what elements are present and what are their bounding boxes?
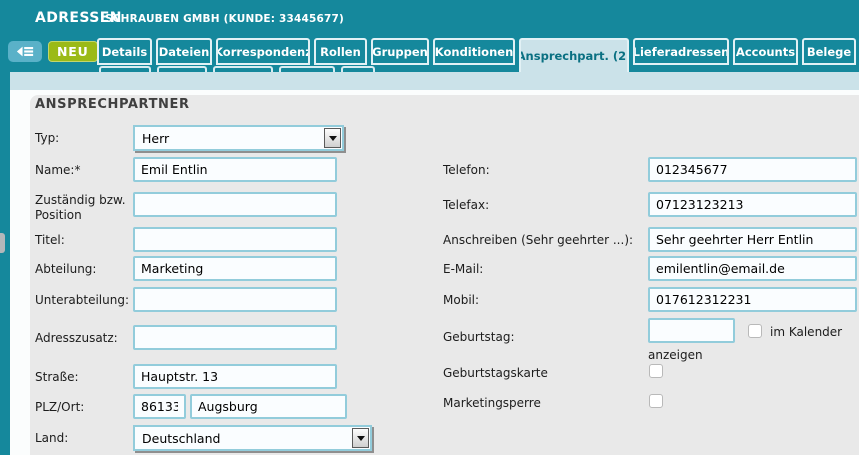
position-label: Zuständig bzw. Position: [35, 193, 131, 223]
position-input[interactable]: [133, 192, 337, 217]
marketingsperre-label: Marketingsperre: [443, 396, 648, 411]
collapse-back-button[interactable]: [8, 41, 42, 62]
tab-rollen[interactable]: Rollen: [314, 38, 367, 65]
name-input[interactable]: [133, 157, 337, 182]
geburtstagskarte-checkbox[interactable]: [649, 364, 663, 378]
adresszusatz-input[interactable]: [133, 325, 337, 350]
chevron-down-icon[interactable]: [324, 128, 341, 148]
unterabteilung-input[interactable]: [133, 287, 337, 312]
titel-input[interactable]: [133, 227, 337, 252]
typ-label: Typ:: [35, 131, 131, 146]
typ-select[interactable]: Herr: [133, 125, 344, 151]
app-header: ADRESSEN SCHRAUBEN GMBH (KUNDE: 33445677…: [0, 0, 859, 72]
strasse-input[interactable]: [133, 364, 337, 389]
adressen-app-window: ADRESSEN SCHRAUBEN GMBH (KUNDE: 33445677…: [0, 0, 859, 455]
tab-korrespondenz[interactable]: Korrespondenz: [216, 38, 310, 65]
geburtstagskarte-label: Geburtstagskarte: [443, 366, 648, 381]
tab-accounts[interactable]: Accounts: [733, 38, 798, 65]
tab-konditionen[interactable]: Konditionen: [433, 38, 515, 65]
email-label: E-Mail:: [443, 262, 648, 277]
telefon-label: Telefon:: [443, 163, 648, 178]
collapse-left-icon: [15, 45, 35, 58]
abteilung-label: Abteilung:: [35, 262, 131, 277]
typ-select-value: Herr: [142, 131, 169, 146]
plz-ort-label: PLZ/Ort:: [35, 400, 131, 415]
email-input[interactable]: [648, 256, 857, 281]
geburtstag-input[interactable]: [648, 318, 735, 343]
tab-dateien[interactable]: Dateien: [156, 38, 212, 65]
telefax-input[interactable]: [648, 192, 857, 217]
geburtstag-label: Geburtstag:: [443, 330, 648, 345]
adresszusatz-label: Adresszusatz:: [35, 331, 131, 346]
name-label: Name:*: [35, 163, 131, 178]
mobil-label: Mobil:: [443, 293, 648, 308]
titel-label: Titel:: [35, 233, 131, 248]
mobil-input[interactable]: [648, 287, 857, 312]
anzeigen-label: anzeigen: [648, 348, 703, 362]
ort-input[interactable]: [190, 394, 347, 419]
record-context: SCHRAUBEN GMBH (KUNDE: 33445677): [105, 13, 344, 25]
anschreiben-input[interactable]: [648, 227, 857, 252]
marketingsperre-checkbox[interactable]: [649, 394, 663, 408]
tab-details[interactable]: Details: [97, 38, 152, 65]
abteilung-input[interactable]: [133, 256, 337, 281]
tab-ansprechpartner[interactable]: Ansprechpart. (2): [519, 38, 629, 72]
tab-lieferadressen[interactable]: Lieferadressen: [633, 38, 729, 65]
neu-button[interactable]: NEU: [48, 41, 98, 62]
header-sub-band: [10, 72, 859, 90]
panel-title: ANSPRECHPARTNER: [35, 97, 190, 112]
im-kalender-label: im Kalender: [770, 325, 842, 339]
strasse-label: Straße:: [35, 370, 131, 385]
telefon-input[interactable]: [648, 157, 857, 182]
unterabteilung-label: Unterabteilung:: [35, 293, 131, 308]
land-select-value: Deutschland: [142, 431, 220, 446]
sidebar-resize-handle[interactable]: [0, 233, 5, 253]
land-label: Land:: [35, 431, 131, 446]
im-kalender-checkbox[interactable]: [748, 324, 762, 338]
tab-belege[interactable]: Belege: [802, 38, 856, 65]
tab-gruppen[interactable]: Gruppen: [371, 38, 429, 65]
chevron-down-icon[interactable]: [352, 428, 369, 448]
anschreiben-label: Anschreiben (Sehr geehrter ...):: [443, 233, 648, 248]
land-select[interactable]: Deutschland: [133, 425, 372, 451]
telefax-label: Telefax:: [443, 198, 648, 213]
plz-input[interactable]: [133, 394, 186, 419]
